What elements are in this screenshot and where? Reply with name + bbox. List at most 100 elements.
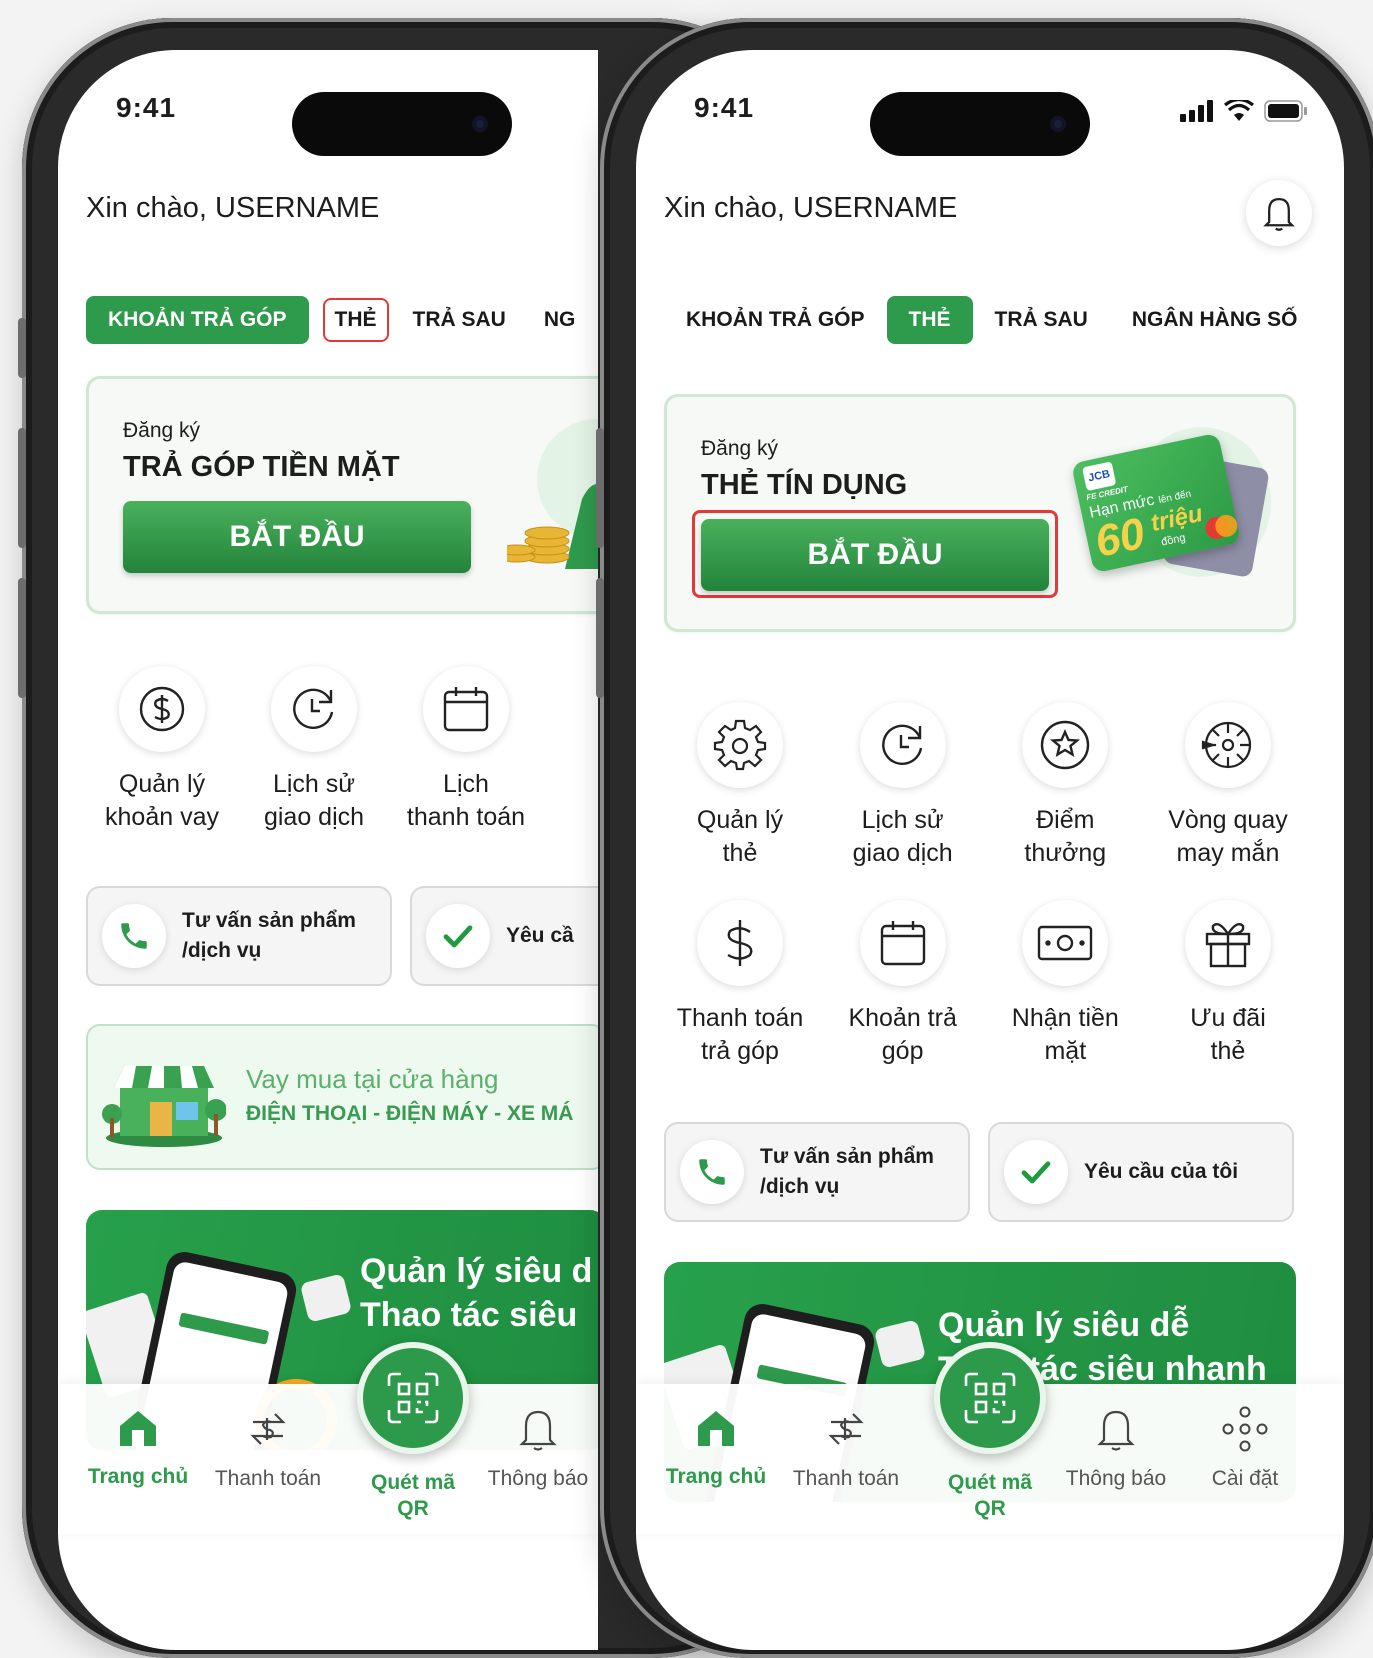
promo-cash-loan: Đăng ký TRẢ GÓP TIỀN MẶT BẮT ĐẦU xyxy=(86,376,598,614)
nav-payment[interactable]: Thanh toán xyxy=(198,1406,338,1492)
store-title: Vay mua tại cửa hàng xyxy=(246,1064,499,1094)
feature-transaction-history[interactable]: Lịch sử giao dịch xyxy=(827,702,979,870)
dynamic-island xyxy=(870,92,1090,156)
feature-label: Lịch sử giao dịch xyxy=(852,806,953,867)
feature-label: Nhận tiền mặt xyxy=(1011,1004,1119,1065)
nav-qr-label: Quét mã QR xyxy=(947,1471,1033,1520)
star-icon xyxy=(1022,702,1109,788)
banner-line1: Quản lý siêu d xyxy=(360,1252,593,1290)
feature-manage-card[interactable]: Quản lý thẻ xyxy=(664,702,816,870)
consult-label: Tư vấn sản phẩm /dịch vụ xyxy=(182,909,356,962)
feature-label: Quản lý thẻ xyxy=(696,806,784,867)
feature-label: Vòng quay may mắn xyxy=(1168,806,1288,867)
feature-reward-points[interactable]: Điểm thưởng xyxy=(989,702,1141,870)
settings-dots-icon xyxy=(1222,1406,1268,1452)
jcb-logo: JCB xyxy=(1082,461,1117,492)
bottom-nav: Trang chủ Thanh toán Quét mã QR Thông bá… xyxy=(58,1342,598,1534)
nav-settings-label: Cài đặt xyxy=(1211,1467,1279,1490)
tab-card[interactable]: THẺ xyxy=(886,296,973,344)
volume-up-button xyxy=(18,428,26,548)
store-loan-banner[interactable]: Vay mua tại cửa hàng ĐIỆN THOẠI - ĐIỆN M… xyxy=(86,1024,598,1170)
feature-installment-payment[interactable]: Thanh toán trả góp xyxy=(664,900,816,1068)
nav-home[interactable]: Trang chủ xyxy=(68,1406,208,1490)
home-icon xyxy=(120,1411,156,1446)
feature-card-offers[interactable]: Ưu đãi thẻ xyxy=(1152,900,1304,1068)
calendar-icon xyxy=(423,666,509,752)
tab-installment[interactable]: KHOẢN TRẢ GÓP xyxy=(86,296,309,344)
credit-card-illustration: JCB FE CREDIT Hạn mức lên đến 60 triệu đ… xyxy=(1070,425,1281,585)
calendar-icon xyxy=(859,900,946,986)
bottom-nav: Trang chủ Thanh toán Quét mã QR Thông bá… xyxy=(636,1342,1344,1534)
consult-card[interactable]: Tư vấn sản phẩm /dịch vụ xyxy=(86,886,392,986)
nav-notify[interactable]: Thông báo xyxy=(1046,1406,1186,1492)
calendar-badge-icon xyxy=(301,1274,351,1322)
qr-scan-icon xyxy=(357,1342,469,1454)
card-amount: 60 xyxy=(1090,508,1149,567)
home-icon xyxy=(698,1411,734,1446)
product-tabs: KHOẢN TRẢ GÓP THẺ TRẢ SAU NGÂN HÀNG SỐ xyxy=(664,296,1320,344)
camera-icon xyxy=(472,116,488,132)
wifi-icon xyxy=(1224,100,1254,121)
nav-notify[interactable]: Thông báo xyxy=(468,1406,598,1492)
feature-manage-loan[interactable]: Quản lý khoản vay xyxy=(86,666,238,834)
feature-grid: Quản lý thẻ Lịch sử giao dịch Điểm thưởn… xyxy=(664,702,1304,1068)
mute-switch xyxy=(18,318,26,378)
phone-frame-right: 9:41 Xin chào, USERNAME KHOẢN TRẢ GÓP TH… xyxy=(596,18,1373,1658)
bell-icon xyxy=(519,1410,557,1451)
feature-label: Thanh toán trả góp xyxy=(676,1004,804,1065)
feature-label: Điểm thưởng xyxy=(1024,806,1107,867)
feature-label: Lịch thanh toán xyxy=(406,770,526,831)
nav-home[interactable]: Trang chủ xyxy=(646,1406,786,1490)
calendar-badge-icon xyxy=(875,1320,925,1368)
request-card[interactable]: Yêu cầ xyxy=(410,886,598,986)
consult-label: Tư vấn sản phẩm /dịch vụ xyxy=(760,1145,934,1198)
side-button xyxy=(596,428,604,548)
feature-transaction-history[interactable]: Lịch sử giao dịch xyxy=(238,666,390,834)
request-card[interactable]: Yêu cầu của tôi xyxy=(988,1122,1294,1222)
feature-label: Quản lý khoản vay xyxy=(105,770,219,831)
feature-lucky-wheel[interactable]: Vòng quay may mắn xyxy=(1152,702,1304,870)
status-time: 9:41 xyxy=(116,92,177,123)
tab-paylater[interactable]: TRẢ SAU xyxy=(403,296,516,344)
nav-qr-label: Quét mã QR xyxy=(370,1471,456,1520)
tab-installment[interactable]: KHOẢN TRẢ GÓP xyxy=(664,296,887,344)
promo-title: TRẢ GÓP TIỀN MẶT xyxy=(123,451,400,483)
nav-payment[interactable]: Thanh toán xyxy=(776,1406,916,1492)
nav-payment-label: Thanh toán xyxy=(792,1467,900,1490)
feature-grid: Quản lý khoản vay Lịch sử giao dịch Lịch… xyxy=(86,666,598,834)
tab-card[interactable]: THẺ xyxy=(322,298,389,342)
screen-installment: 9:41 Xin chào, USERNAME KHOẢN TRẢ GÓP TH… xyxy=(58,50,598,1650)
battery-icon xyxy=(1264,100,1307,122)
feature-label: Ưu đãi thẻ xyxy=(1190,1004,1266,1065)
phone-icon xyxy=(102,904,166,968)
side-button xyxy=(596,578,604,698)
store-icon xyxy=(102,1066,226,1147)
bell-icon xyxy=(1263,197,1295,231)
feature-installment-account[interactable]: Khoản trả góp xyxy=(827,900,979,1068)
tab-paylater[interactable]: TRẢ SAU xyxy=(973,296,1110,344)
greeting: Xin chào, USERNAME xyxy=(664,192,958,224)
gear-icon xyxy=(697,702,783,788)
dollar-icon xyxy=(697,900,783,986)
coins-illustration xyxy=(507,419,598,569)
cash-icon xyxy=(1022,900,1109,986)
tab-digital-bank[interactable]: NGÂN HÀNG SỐ xyxy=(1110,296,1320,344)
screen-card: 9:41 Xin chào, USERNAME KHOẢN TRẢ GÓP TH… xyxy=(636,50,1344,1650)
dollar-icon xyxy=(119,666,205,752)
promo-subtitle: Đăng ký xyxy=(123,419,201,442)
request-label: Yêu cầu của tôi xyxy=(1084,1160,1239,1183)
transfer-icon xyxy=(250,1413,286,1445)
feature-payment-schedule[interactable]: Lịch thanh toán xyxy=(390,666,542,834)
nav-settings[interactable]: Cài đặt xyxy=(1180,1406,1310,1492)
check-icon xyxy=(426,904,490,968)
history-icon xyxy=(859,702,946,788)
start-button[interactable]: BẮT ĐẦU xyxy=(701,519,1049,591)
camera-icon xyxy=(1050,116,1066,132)
feature-label: Khoản trả góp xyxy=(848,1004,957,1065)
volume-down-button xyxy=(18,578,26,698)
tab-digital-bank[interactable]: NG xyxy=(530,296,590,344)
start-button[interactable]: BẮT ĐẦU xyxy=(123,501,471,573)
notification-button[interactable] xyxy=(1246,180,1312,246)
feature-cash-withdrawal[interactable]: Nhận tiền mặt xyxy=(989,900,1141,1068)
consult-card[interactable]: Tư vấn sản phẩm /dịch vụ xyxy=(664,1122,970,1222)
